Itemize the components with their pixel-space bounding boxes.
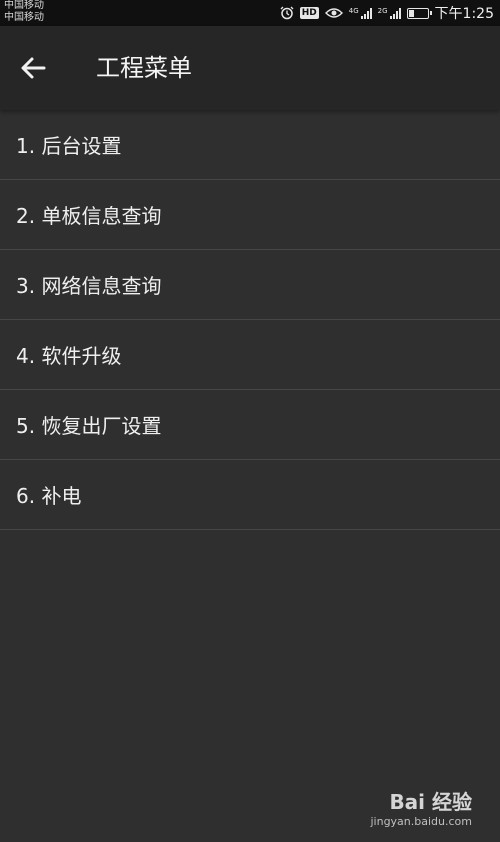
carrier-1: 中国移动 [4,0,44,11]
watermark-url: jingyan.baidu.com [370,815,472,828]
menu-item-factory-reset[interactable]: 5. 恢复出厂设置 [0,390,500,460]
menu-item-background-settings[interactable]: 1. 后台设置 [0,110,500,180]
arrow-left-icon[interactable] [18,53,48,83]
status-bar: 中国移动 中国移动 HD 4G 2G 下午1:25 [0,0,500,26]
carrier-2: 中国移动 [4,12,44,23]
watermark-logo: Bai 经验 [389,790,472,814]
menu-item-label: 2. 单板信息查询 [16,204,162,228]
carrier-labels: 中国移动 中国移动 [4,0,44,24]
battery-icon [406,7,432,19]
page-title: 工程菜单 [96,54,192,82]
menu-item-battery-charge[interactable]: 6. 补电 [0,460,500,530]
alarm-icon [280,6,294,20]
menu-item-label: 3. 网络信息查询 [16,274,162,298]
signal-icon: 4G [349,7,372,19]
app-bar: 工程菜单 [0,26,500,110]
menu-list: 1. 后台设置 2. 单板信息查询 3. 网络信息查询 4. 软件升级 5. 恢… [0,110,500,530]
menu-item-board-info[interactable]: 2. 单板信息查询 [0,180,500,250]
menu-item-network-info[interactable]: 3. 网络信息查询 [0,250,500,320]
baidu-watermark: Bai 经验 jingyan.baidu.com [370,786,472,828]
eye-icon [324,7,343,19]
menu-item-label: 1. 后台设置 [16,134,122,158]
status-time: 下午1:25 [434,6,494,22]
signal-icon: 2G [378,7,401,19]
network-type-2: 2G [377,7,388,15]
menu-item-software-upgrade[interactable]: 4. 软件升级 [0,320,500,390]
status-icons: HD 4G 2G 下午1:25 [280,0,494,26]
network-type-1: 4G [348,7,359,15]
hd-icon: HD [299,7,319,19]
menu-item-label: 5. 恢复出厂设置 [16,414,162,438]
menu-item-label: 4. 软件升级 [16,344,122,368]
menu-item-label: 6. 补电 [16,484,82,508]
